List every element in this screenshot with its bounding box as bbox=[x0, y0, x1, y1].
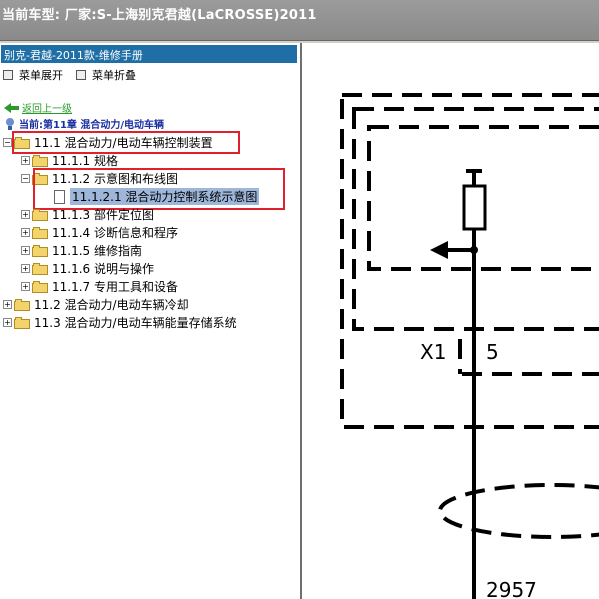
expand-toggle-icon[interactable]: + bbox=[3, 318, 12, 327]
highlight-box bbox=[12, 131, 240, 154]
diagram-view: X1 5 2957 bbox=[302, 43, 599, 599]
expand-toggle-icon[interactable]: + bbox=[21, 228, 30, 237]
tree-item-11-1-3[interactable]: + 11.1.3 部件定位图 bbox=[21, 206, 154, 223]
collapse-menu-button[interactable]: 菜单折叠 bbox=[76, 67, 136, 83]
manual-title: 别克-君越-2011款-维修手册 bbox=[4, 49, 143, 62]
folder-icon bbox=[32, 262, 48, 275]
tree-item-11-1-7[interactable]: + 11.1.7 专用工具和设备 bbox=[21, 278, 178, 295]
back-link-label: 返回上一级 bbox=[22, 104, 72, 115]
back-link[interactable]: 返回上一级 bbox=[4, 100, 72, 115]
tree-item-11-1-4[interactable]: + 11.1.4 诊断信息和程序 bbox=[21, 224, 178, 241]
folder-icon bbox=[32, 226, 48, 239]
highlight-box bbox=[33, 168, 285, 210]
tree-item-label: 11.1.3 部件定位图 bbox=[52, 208, 154, 222]
title-text: 当前车型: 厂家:S-上海别克君越(LaCROSSE)2011 bbox=[2, 8, 317, 23]
folder-icon bbox=[14, 298, 30, 311]
wire-code-label: 2957 bbox=[486, 578, 537, 599]
expand-toggle-icon[interactable]: + bbox=[21, 246, 30, 255]
manual-header: 别克-君越-2011款-维修手册 bbox=[1, 45, 297, 63]
outer-dashed-boundary bbox=[340, 93, 599, 429]
collapse-toggle-icon[interactable]: − bbox=[3, 138, 12, 147]
folder-icon bbox=[32, 208, 48, 221]
collapse-icon bbox=[76, 70, 86, 80]
expand-toggle-icon[interactable]: + bbox=[3, 300, 12, 309]
pin-label: 5 bbox=[486, 340, 499, 364]
title-bar: 当前车型: 厂家:S-上海别克君越(LaCROSSE)2011 bbox=[0, 0, 599, 41]
connector-label: X1 bbox=[420, 340, 446, 364]
expand-toggle-icon[interactable]: + bbox=[21, 156, 30, 165]
navigation-panel: 别克-君越-2011款-维修手册 菜单展开 菜单折叠 返回上一级 当前:第11章… bbox=[0, 43, 302, 599]
expand-icon bbox=[3, 70, 13, 80]
folder-icon bbox=[32, 280, 48, 293]
expand-menu-button[interactable]: 菜单展开 bbox=[3, 67, 63, 83]
expand-toggle-icon[interactable]: + bbox=[21, 210, 30, 219]
tree-item-label: 11.1.6 说明与操作 bbox=[52, 262, 154, 276]
folder-icon bbox=[32, 244, 48, 257]
tree-toolbar: 菜单展开 菜单折叠 bbox=[0, 65, 298, 85]
folder-icon bbox=[32, 154, 48, 167]
tree-item-label: 11.3 混合动力/电动车辆能量存储系统 bbox=[34, 316, 237, 330]
collapse-menu-label: 菜单折叠 bbox=[92, 69, 136, 82]
tree-item-11-1-1[interactable]: + 11.1.1 规格 bbox=[21, 152, 118, 169]
schematic-diagram: X1 5 2957 bbox=[340, 93, 599, 599]
dashed-ellipse bbox=[438, 483, 599, 539]
expand-menu-label: 菜单展开 bbox=[19, 69, 63, 82]
tree-item-label: 11.2 混合动力/电动车辆冷却 bbox=[34, 298, 189, 312]
back-arrow-icon bbox=[4, 102, 19, 113]
tree-item-label: 11.1.7 专用工具和设备 bbox=[52, 280, 178, 294]
expand-toggle-icon[interactable]: + bbox=[21, 282, 30, 291]
tree-item-label: 11.1.5 维修指南 bbox=[52, 244, 142, 258]
collapse-toggle-icon[interactable]: − bbox=[21, 174, 30, 183]
tree-item-11-1-5[interactable]: + 11.1.5 维修指南 bbox=[21, 242, 142, 259]
tree-item-label: 11.1.1 规格 bbox=[52, 154, 118, 168]
tree-item-11-1-6[interactable]: + 11.1.6 说明与操作 bbox=[21, 260, 154, 277]
arrow-left-icon bbox=[430, 241, 448, 259]
tree-item-label: 11.1.4 诊断信息和程序 bbox=[52, 226, 178, 240]
current-chapter: 当前:第11章 混合动力/电动车辆 bbox=[4, 116, 164, 131]
folder-icon bbox=[14, 316, 30, 329]
tree-item-11-3[interactable]: + 11.3 混合动力/电动车辆能量存储系统 bbox=[3, 314, 237, 331]
current-chapter-label: 当前:第11章 混合动力/电动车辆 bbox=[19, 120, 165, 131]
tree-item-11-2[interactable]: + 11.2 混合动力/电动车辆冷却 bbox=[3, 296, 189, 313]
fuse-symbol bbox=[462, 184, 487, 231]
location-pin-icon bbox=[6, 118, 14, 130]
expand-toggle-icon[interactable]: + bbox=[21, 264, 30, 273]
